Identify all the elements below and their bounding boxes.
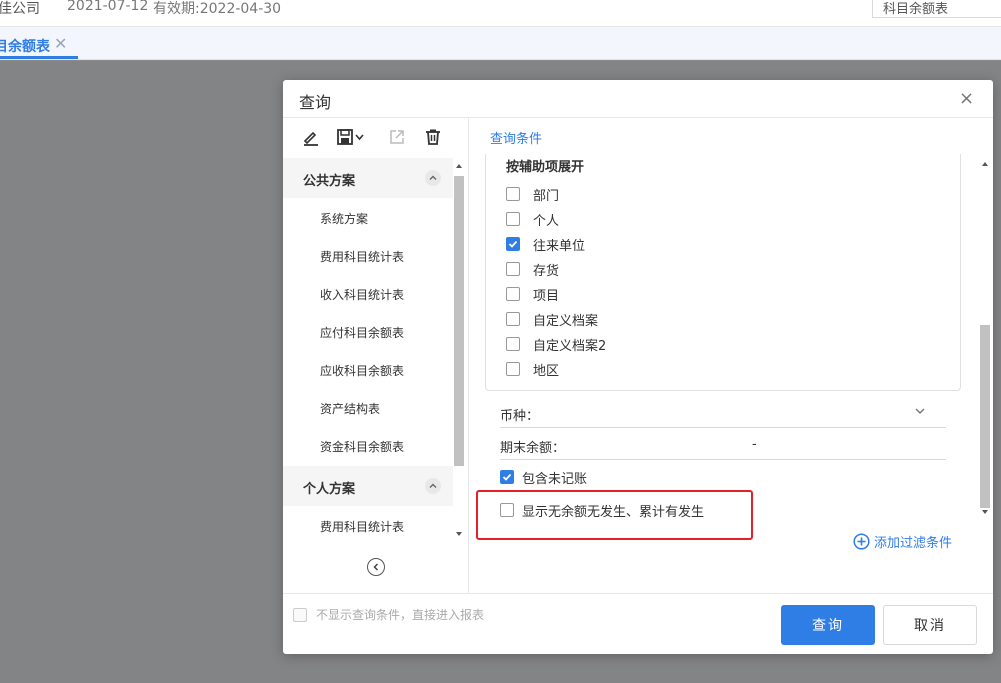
dialog-title: 查询 <box>299 93 332 112</box>
group-title: 个人方案 <box>303 482 356 497</box>
delete-icon[interactable] <box>422 126 444 148</box>
scrollbar-thumb[interactable] <box>980 325 990 508</box>
scheme-item[interactable]: 应付科目余额表 <box>320 324 404 341</box>
company-name: 佳公司 <box>0 1 40 17</box>
query-conditions-panel: 查询条件 按辅助项展开 部门 个人 往来单位 存货 项目 自定义档案 自定义档案… <box>470 118 993 593</box>
export-icon[interactable] <box>386 126 408 148</box>
collapse-panel-button[interactable] <box>367 558 385 576</box>
aux-expand-box: 按辅助项展开 部门 个人 往来单位 存货 项目 自定义档案 自定义档案2 地区 <box>485 154 961 391</box>
chevron-left-icon <box>373 563 379 571</box>
scheme-toolbar <box>283 118 469 158</box>
checkbox[interactable] <box>506 187 520 201</box>
checkbox[interactable] <box>293 607 307 622</box>
scroll-down-icon <box>456 532 462 536</box>
report-select[interactable]: 科目余额表 <box>872 0 1001 18</box>
include-unposted-option[interactable]: 包含未记账 <box>500 468 587 487</box>
save-icon[interactable] <box>335 126 367 148</box>
tab-active-indicator <box>0 56 78 59</box>
checkbox[interactable] <box>506 312 520 326</box>
tab-balance-report[interactable]: 目余额表 <box>0 36 50 56</box>
currency-select[interactable]: 币种： <box>500 401 946 428</box>
scroll-up-icon <box>456 164 462 168</box>
end-balance-value: - <box>752 437 757 452</box>
aux-option-person[interactable]: 个人 <box>506 210 559 229</box>
aux-option-partner[interactable]: 往来单位 <box>506 235 585 254</box>
checkbox-checked[interactable] <box>506 237 520 251</box>
aux-option-custom1[interactable]: 自定义档案 <box>506 310 598 329</box>
checkbox[interactable] <box>506 262 520 276</box>
check-icon <box>508 240 518 248</box>
chevron-up-icon[interactable] <box>425 478 441 494</box>
tab-bar: 目余额表 ✕ <box>0 27 1001 60</box>
scheme-item[interactable]: 系统方案 <box>320 210 368 227</box>
tab-close-icon[interactable]: ✕ <box>54 34 67 53</box>
highlight-annotation-box <box>476 490 753 540</box>
checkbox[interactable] <box>506 337 520 351</box>
scheme-item[interactable]: 资金科目余额表 <box>320 438 404 455</box>
chevron-down-icon[interactable] <box>914 405 926 421</box>
dialog-header: 查询 × <box>283 80 993 118</box>
checkbox[interactable] <box>506 212 520 226</box>
scheme-scrollbar[interactable] <box>453 158 467 542</box>
plus-circle-icon <box>853 533 870 550</box>
scheme-item[interactable]: 费用科目统计表 <box>320 248 404 265</box>
aux-expand-heading: 按辅助项展开 <box>506 160 585 175</box>
aux-option-project[interactable]: 项目 <box>506 285 559 304</box>
checkbox-checked[interactable] <box>500 470 514 484</box>
scheme-item[interactable]: 收入科目统计表 <box>320 286 404 303</box>
check-icon <box>502 473 512 481</box>
dialog-footer: 不显示查询条件，直接进入报表 查询 取消 <box>283 593 993 654</box>
valid-until: 有效期:2022-04-30 <box>153 1 282 17</box>
cancel-button[interactable]: 取消 <box>883 605 977 645</box>
scheme-list: 公共方案 系统方案 费用科目统计表 收入科目统计表 应付科目余额表 应收科目余额… <box>283 158 453 542</box>
query-button[interactable]: 查询 <box>781 605 875 645</box>
login-date: 2021-07-12 <box>67 0 149 14</box>
query-dialog: 查询 × 公共方案 系统方案 费用科目统计表 收入科目统计表 应付科目余额表 应… <box>283 80 993 654</box>
group-title: 公共方案 <box>303 174 356 189</box>
group-public[interactable]: 公共方案 <box>283 158 453 198</box>
scrollbar-thumb[interactable] <box>454 176 464 466</box>
conditions-title: 查询条件 <box>490 132 543 147</box>
end-balance-field[interactable]: 期末余额： - <box>500 433 946 460</box>
add-filter-button[interactable]: 添加过滤条件 <box>853 532 952 551</box>
scheme-panel: 公共方案 系统方案 费用科目统计表 收入科目统计表 应付科目余额表 应收科目余额… <box>283 118 469 593</box>
scheme-item[interactable]: 应收科目余额表 <box>320 362 404 379</box>
aux-option-dept[interactable]: 部门 <box>506 185 559 204</box>
aux-option-custom2[interactable]: 自定义档案2 <box>506 335 606 354</box>
scheme-item[interactable]: 费用科目统计表 <box>320 518 404 535</box>
currency-label: 币种： <box>500 409 540 424</box>
chevron-up-icon[interactable] <box>425 170 441 186</box>
conditions-scrollbar[interactable] <box>979 156 992 520</box>
end-balance-label: 期末余额： <box>500 441 566 456</box>
scroll-up-icon <box>982 162 988 166</box>
scroll-down-icon <box>982 510 988 514</box>
aux-option-region[interactable]: 地区 <box>506 360 559 379</box>
group-personal[interactable]: 个人方案 <box>283 466 453 506</box>
checkbox[interactable] <box>506 287 520 301</box>
scheme-item[interactable]: 资产结构表 <box>320 400 380 417</box>
checkbox[interactable] <box>506 362 520 376</box>
close-icon[interactable]: × <box>959 88 974 109</box>
aux-option-inventory[interactable]: 存货 <box>506 260 559 279</box>
edit-icon[interactable] <box>300 126 322 148</box>
app-topbar: 佳公司 2021-07-12 有效期:2022-04-30 科目余额表 <box>0 0 1001 27</box>
add-filter-label: 添加过滤条件 <box>874 536 953 551</box>
skip-conditions-option[interactable]: 不显示查询条件，直接进入报表 <box>293 606 484 623</box>
